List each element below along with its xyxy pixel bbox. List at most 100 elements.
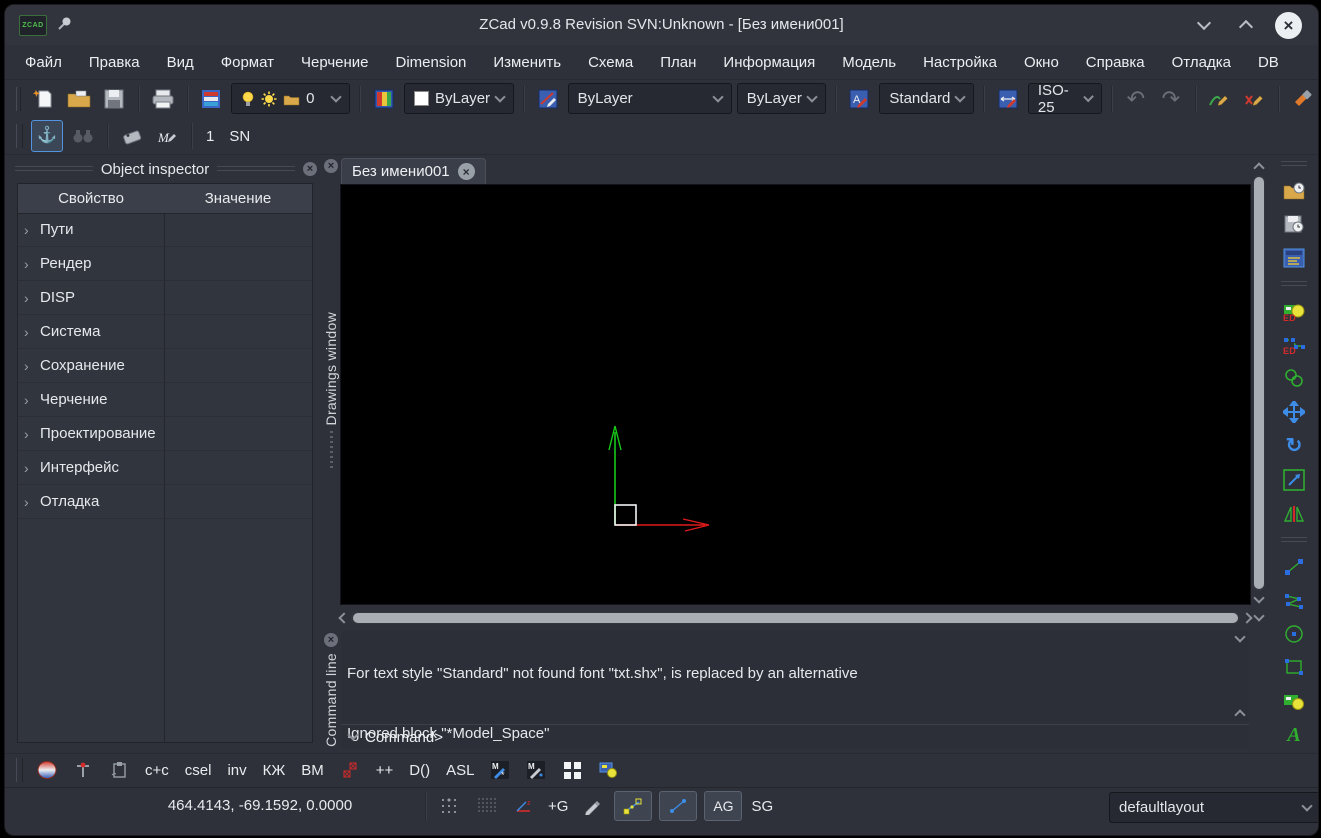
line-tool-button[interactable]: [1282, 557, 1306, 577]
new-file-button[interactable]: [29, 84, 59, 114]
cmd-plusplus-button[interactable]: ++: [371, 762, 399, 779]
expander-icon[interactable]: ›: [24, 324, 32, 340]
ag-toggle-button[interactable]: AG: [704, 791, 742, 821]
cmd-cpluscopy-button[interactable]: c+c: [140, 762, 174, 779]
ucs-toggle-button[interactable]: z: [509, 793, 539, 819]
redo-button[interactable]: ↷: [1156, 84, 1186, 114]
expander-icon[interactable]: ›: [24, 460, 32, 476]
sg-toggle[interactable]: SG: [749, 798, 775, 815]
spline-edit-button[interactable]: [1239, 84, 1269, 114]
tree-row-drawing[interactable]: ›Черчение: [18, 383, 312, 417]
textstyle-button[interactable]: A: [844, 84, 874, 114]
tree-row-paths[interactable]: ›Пути: [18, 213, 312, 247]
ortho-pencil-button[interactable]: [577, 793, 607, 819]
scroll-down-icon[interactable]: [1253, 610, 1264, 621]
expander-icon[interactable]: ›: [24, 222, 32, 238]
select-similar-button[interactable]: [1282, 367, 1306, 387]
scroll-up-icon[interactable]: [1253, 162, 1264, 173]
clipboard-button[interactable]: [104, 757, 134, 783]
grid-g-label[interactable]: +G: [546, 798, 570, 815]
menu-schema[interactable]: Схема: [588, 54, 633, 71]
circle-tool-button[interactable]: [1282, 624, 1306, 644]
maximize-button[interactable]: [1233, 12, 1259, 38]
search-button[interactable]: [68, 121, 98, 151]
anchor-snap-button[interactable]: ⚓: [31, 120, 63, 152]
tab-close-icon[interactable]: ×: [458, 163, 475, 180]
close-button[interactable]: ×: [1275, 12, 1302, 39]
toolbar-grip[interactable]: [1281, 161, 1307, 168]
textstyle-combo[interactable]: Standard: [879, 83, 974, 114]
tree-row-saving[interactable]: ›Сохранение: [18, 349, 312, 383]
tile-windows-button[interactable]: [557, 757, 587, 783]
polyline-tool-button[interactable]: [1282, 591, 1306, 611]
drawings-close-icon[interactable]: ×: [324, 159, 338, 173]
edit-polyline-button[interactable]: ED: [1282, 334, 1306, 354]
tree-row-debug[interactable]: ›Отладка: [18, 485, 312, 519]
panel-grip[interactable]: [217, 166, 295, 173]
vertical-scrollbar[interactable]: [1252, 159, 1266, 625]
move-button[interactable]: [1282, 401, 1306, 423]
save-button[interactable]: [99, 84, 129, 114]
menu-draw[interactable]: Черчение: [301, 54, 369, 71]
expander-icon[interactable]: ›: [24, 290, 32, 306]
minimize-button[interactable]: [1191, 12, 1217, 38]
lineweight-combo[interactable]: ByLayer: [737, 83, 826, 114]
tree-row-system[interactable]: ›Система: [18, 315, 312, 349]
layers-button[interactable]: [196, 84, 226, 114]
column-header-property[interactable]: Свойство: [18, 184, 164, 213]
toolbar-grip[interactable]: [16, 124, 23, 148]
toolbar-grip[interactable]: [16, 758, 23, 782]
menu-model[interactable]: Модель: [842, 54, 896, 71]
scroll-down-icon[interactable]: [1253, 592, 1264, 603]
menu-format[interactable]: Формат: [221, 54, 274, 71]
toolbar-grip[interactable]: [1281, 281, 1307, 288]
object-snap-button[interactable]: [614, 791, 652, 821]
panel-grip[interactable]: [15, 166, 93, 173]
command-input[interactable]: Command>: [341, 724, 1249, 749]
open-recent-button[interactable]: [1282, 181, 1306, 201]
toolbar-grip[interactable]: [16, 87, 21, 111]
rectangle-tool-button[interactable]: [1282, 657, 1306, 677]
rotate-button[interactable]: ↻: [1282, 436, 1306, 456]
menu-edit[interactable]: Правка: [89, 54, 140, 71]
menu-db[interactable]: DB: [1258, 54, 1279, 71]
drawings-window-splitter[interactable]: × Drawings window: [321, 157, 341, 629]
scale-button[interactable]: [1282, 469, 1306, 491]
menu-settings[interactable]: Настройка: [923, 54, 997, 71]
menu-file[interactable]: Файл: [25, 54, 62, 71]
menu-debug[interactable]: Отладка: [1172, 54, 1231, 71]
expander-icon[interactable]: ›: [24, 256, 32, 272]
open-file-button[interactable]: [64, 84, 94, 114]
layout-combo[interactable]: defaultlayout: [1109, 792, 1319, 823]
drawing-tab[interactable]: Без имени001 ×: [341, 158, 486, 184]
vscroll-thumb[interactable]: [1254, 177, 1264, 589]
grid-toggle-button[interactable]: [435, 793, 465, 819]
cmd-inv-button[interactable]: inv: [222, 762, 251, 779]
edit-block-button[interactable]: ED: [1282, 301, 1306, 321]
tree-row-render[interactable]: ›Рендер: [18, 247, 312, 281]
cmd-vm-button[interactable]: ВМ: [296, 762, 329, 779]
print-button[interactable]: [148, 84, 178, 114]
log-scroll-up-icon[interactable]: [1234, 709, 1245, 720]
tree-row-design[interactable]: ›Проектирование: [18, 417, 312, 451]
menu-dimension[interactable]: Dimension: [396, 54, 467, 71]
linetype-button[interactable]: [533, 84, 563, 114]
dimstyle-combo[interactable]: ISO-25: [1028, 83, 1102, 114]
menu-plan[interactable]: План: [660, 54, 696, 71]
cmd-dparen-button[interactable]: D(): [404, 762, 435, 779]
dimstyle-button[interactable]: [993, 84, 1023, 114]
polar-tracking-button[interactable]: [659, 791, 697, 821]
expander-icon[interactable]: ›: [24, 494, 32, 510]
format-painter-button[interactable]: [1288, 84, 1318, 114]
menu-view[interactable]: Вид: [167, 54, 194, 71]
expander-icon[interactable]: ›: [24, 426, 32, 442]
color-combo[interactable]: ByLayer: [404, 83, 514, 114]
menu-modify[interactable]: Изменить: [493, 54, 561, 71]
render-sphere-button[interactable]: [32, 757, 62, 783]
menu-help[interactable]: Справка: [1086, 54, 1145, 71]
linetype-combo[interactable]: ByLayer: [568, 83, 732, 114]
color-palette-button[interactable]: [369, 84, 399, 114]
splitter-grip[interactable]: [330, 431, 333, 471]
insert-block-button[interactable]: [1282, 691, 1306, 711]
log-scroll-down-icon[interactable]: [1234, 631, 1245, 642]
